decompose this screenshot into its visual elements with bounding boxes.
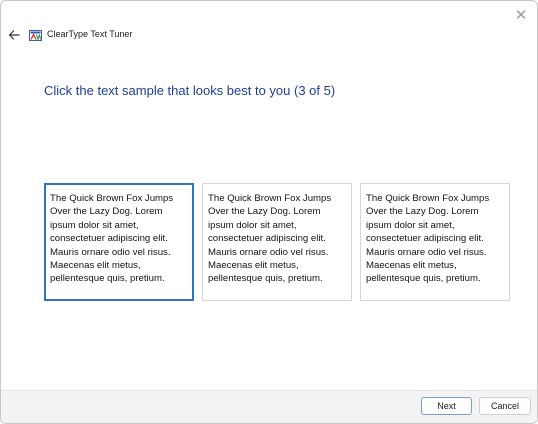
back-arrow-icon: [8, 30, 20, 40]
page-heading: Click the text sample that looks best to…: [44, 83, 336, 98]
cleartype-tuner-window: ✕ ClearType Text Tuner Click the text sa…: [0, 0, 538, 424]
text-sample-3[interactable]: The Quick Brown Fox Jumps Over the Lazy …: [360, 183, 510, 301]
sample-text: The Quick Brown Fox Jumps Over the Lazy …: [366, 193, 490, 285]
back-button[interactable]: [6, 27, 22, 43]
next-button[interactable]: Next: [421, 397, 472, 415]
window-title: ClearType Text Tuner: [47, 29, 133, 39]
cleartype-icon: [29, 30, 42, 41]
text-sample-1[interactable]: The Quick Brown Fox Jumps Over the Lazy …: [44, 183, 194, 301]
sample-text: The Quick Brown Fox Jumps Over the Lazy …: [208, 193, 332, 285]
sample-text: The Quick Brown Fox Jumps Over the Lazy …: [50, 193, 174, 285]
close-glyph: ✕: [514, 7, 528, 24]
close-icon[interactable]: ✕: [509, 5, 533, 25]
button-bar: Next Cancel: [1, 390, 537, 423]
cancel-button[interactable]: Cancel: [479, 397, 531, 415]
text-sample-2[interactable]: The Quick Brown Fox Jumps Over the Lazy …: [202, 183, 352, 301]
